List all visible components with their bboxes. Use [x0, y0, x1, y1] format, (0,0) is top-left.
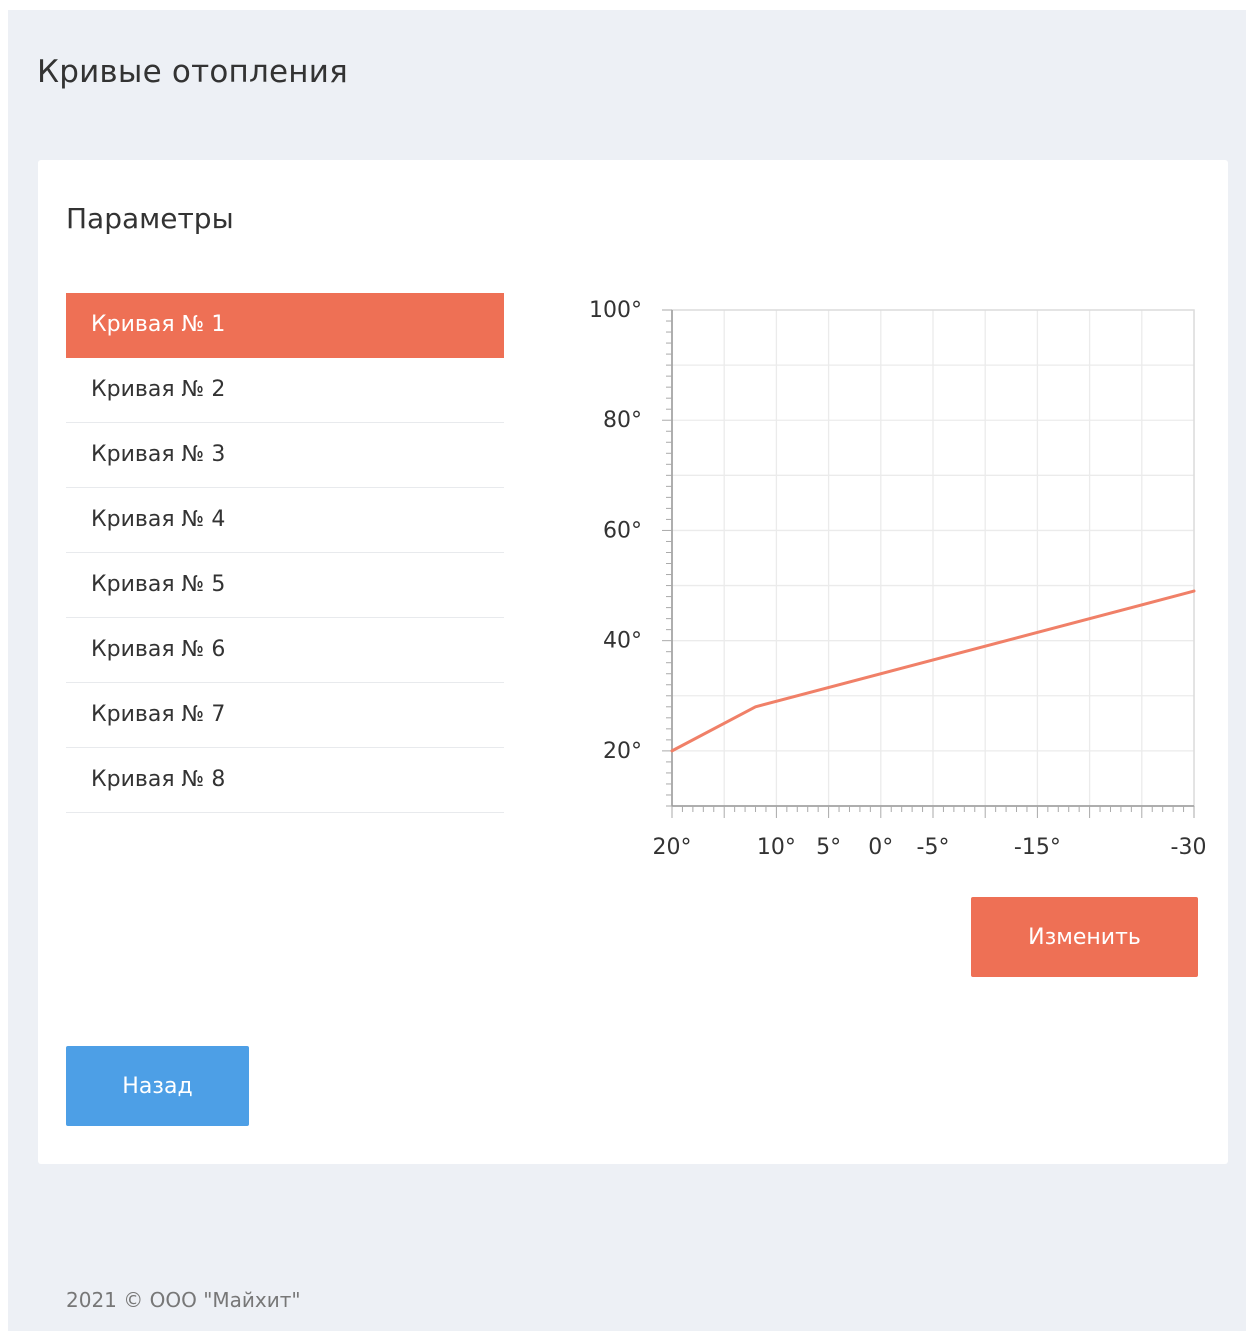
y-tick-label: 100°	[589, 298, 642, 323]
y-tick-label: 20°	[603, 739, 642, 764]
x-tick-label: 10°	[757, 835, 796, 860]
curve-item-1[interactable]: Кривая № 1	[66, 293, 504, 358]
curve-item-2[interactable]: Кривая № 2	[66, 358, 504, 423]
parameters-card: Параметры Кривая № 1 Кривая № 2 Кривая № 3…	[38, 160, 1228, 1164]
x-tick-label: -15°	[1014, 835, 1061, 860]
curve-item-8[interactable]: Кривая № 8	[66, 748, 504, 813]
y-tick-label: 80°	[603, 408, 642, 433]
y-tick-label: 40°	[603, 629, 642, 654]
heating-curve-chart: 20° 40° 60° 80° 100° 20° 10° 5° 0° -5° -15° -30°	[558, 290, 1208, 880]
x-tick-label: 0°	[868, 835, 893, 860]
x-tick-label: -30°	[1171, 835, 1208, 860]
page-title: Кривые отопления	[37, 54, 348, 90]
curve-item-6[interactable]: Кривая № 6	[66, 618, 504, 683]
footer-copyright: 2021 © ООО "Майхит"	[66, 1288, 301, 1312]
card-title: Параметры	[66, 202, 234, 235]
curve-item-7[interactable]: Кривая № 7	[66, 683, 504, 748]
curve-item-3[interactable]: Кривая № 3	[66, 423, 504, 488]
x-tick-label: 20°	[653, 835, 692, 860]
x-tick-label: 5°	[816, 835, 841, 860]
chart-svg: 20° 40° 60° 80° 100° 20° 10° 5° 0° -5° -15° -30°	[589, 298, 1208, 860]
y-tick-label: 60°	[603, 518, 642, 543]
page-background: Кривые отопления Параметры Кривая № 1 Кри…	[8, 10, 1246, 1331]
curve-list: Кривая № 1 Кривая № 2 Кривая № 3 Кривая № 4…	[66, 293, 504, 813]
change-button[interactable]: Изменить	[971, 897, 1198, 977]
curve-item-5[interactable]: Кривая № 5	[66, 553, 504, 618]
x-tick-label: -5°	[917, 835, 950, 860]
back-button[interactable]: Назад	[66, 1046, 249, 1126]
curve-item-4[interactable]: Кривая № 4	[66, 488, 504, 553]
